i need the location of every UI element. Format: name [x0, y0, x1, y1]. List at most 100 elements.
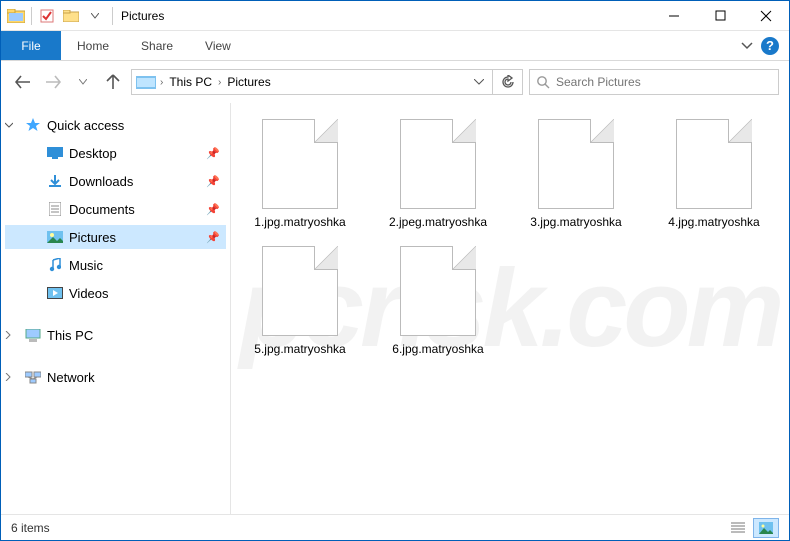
nav-quick-access[interactable]: Quick access [5, 113, 226, 137]
body: Quick access Desktop 📌 Downloads 📌 Docum… [1, 103, 789, 514]
file-item[interactable]: 1.jpg.matryoshka [241, 119, 359, 230]
address-folder-icon [136, 75, 156, 89]
file-tab[interactable]: File [1, 31, 61, 60]
back-button[interactable] [11, 70, 35, 94]
network-icon [23, 371, 43, 384]
titlebar: Pictures [1, 1, 789, 31]
qat-properties-icon[interactable] [36, 5, 58, 27]
nav-item-label: Documents [65, 202, 206, 217]
page-fold-icon [452, 119, 476, 143]
file-thumbnail [262, 119, 338, 209]
desktop-icon [45, 147, 65, 159]
nav-item-downloads[interactable]: Downloads 📌 [5, 169, 226, 193]
window-controls [651, 1, 789, 31]
file-thumbnail [400, 246, 476, 336]
nav-item-music[interactable]: Music [5, 253, 226, 277]
navigation-pane[interactable]: Quick access Desktop 📌 Downloads 📌 Docum… [1, 103, 231, 514]
nav-network[interactable]: Network [5, 365, 226, 389]
chevron-right-icon[interactable] [5, 331, 23, 339]
nav-this-pc-label: This PC [43, 328, 220, 343]
page-fold-icon [314, 119, 338, 143]
qat-dropdown-icon[interactable] [84, 5, 106, 27]
chevron-right-icon[interactable] [5, 373, 23, 381]
up-button[interactable] [101, 70, 125, 94]
title-separator [112, 7, 113, 25]
page-fold-icon [728, 119, 752, 143]
tab-share[interactable]: Share [125, 31, 189, 60]
breadcrumb-current[interactable]: Pictures [225, 75, 272, 89]
chevron-down-icon[interactable] [5, 121, 23, 129]
window-title: Pictures [115, 9, 164, 23]
breadcrumb-sep-0[interactable]: › [160, 77, 163, 88]
pin-icon: 📌 [206, 147, 220, 160]
search-box[interactable] [529, 69, 779, 95]
search-icon [536, 75, 550, 89]
videos-icon [45, 287, 65, 299]
nav-item-label: Desktop [65, 146, 206, 161]
file-name: 3.jpg.matryoshka [530, 215, 621, 230]
nav-item-pictures[interactable]: Pictures 📌 [5, 225, 226, 249]
nav-network-label: Network [43, 370, 220, 385]
ribbon-expand-icon[interactable] [741, 42, 753, 50]
view-details-button[interactable] [725, 518, 751, 538]
qat-newfolder-icon[interactable] [60, 5, 82, 27]
help-icon[interactable]: ? [761, 37, 779, 55]
tab-view[interactable]: View [189, 31, 247, 60]
file-thumbnail [400, 119, 476, 209]
close-button[interactable] [743, 1, 789, 31]
address-dropdown-icon[interactable] [470, 79, 488, 85]
view-thumbnails-button[interactable] [753, 518, 779, 538]
file-thumbnail [538, 119, 614, 209]
nav-item-videos[interactable]: Videos [5, 281, 226, 305]
explorer-app-icon[interactable] [5, 5, 27, 27]
file-grid: 1.jpg.matryoshka 2.jpeg.matryoshka 3.jpg.m… [241, 119, 779, 357]
forward-button[interactable] [41, 70, 65, 94]
file-thumbnail [262, 246, 338, 336]
refresh-button[interactable] [493, 69, 523, 95]
file-item[interactable]: 2.jpeg.matryoshka [379, 119, 497, 230]
search-input[interactable] [556, 75, 772, 89]
downloads-icon [45, 174, 65, 188]
explorer-window: Pictures File Home Share View ? [0, 0, 790, 541]
file-name: 5.jpg.matryoshka [254, 342, 345, 357]
status-item-count: 6 items [11, 521, 50, 535]
nav-item-desktop[interactable]: Desktop 📌 [5, 141, 226, 165]
tab-home[interactable]: Home [61, 31, 125, 60]
file-name: 6.jpg.matryoshka [392, 342, 483, 357]
documents-icon [45, 202, 65, 216]
page-fold-icon [452, 246, 476, 270]
pictures-icon [45, 231, 65, 243]
minimize-button[interactable] [651, 1, 697, 31]
music-icon [45, 258, 65, 272]
breadcrumb-sep-1[interactable]: › [218, 77, 221, 88]
breadcrumb-root[interactable]: This PC [167, 75, 214, 89]
nav-item-label: Downloads [65, 174, 206, 189]
pc-icon [23, 329, 43, 342]
file-item[interactable]: 3.jpg.matryoshka [517, 119, 635, 230]
ribbon: File Home Share View ? [1, 31, 789, 61]
content-area[interactable]: pcrisk.com 1.jpg.matryoshka2.jpeg.matryo… [231, 103, 789, 514]
file-thumbnail [676, 119, 752, 209]
status-bar: 6 items [1, 514, 789, 540]
qat-separator [31, 7, 32, 25]
recent-locations-dropdown[interactable] [71, 70, 95, 94]
file-name: 4.jpg.matryoshka [668, 215, 759, 230]
page-fold-icon [314, 246, 338, 270]
pin-icon: 📌 [206, 203, 220, 216]
nav-this-pc[interactable]: This PC [5, 323, 226, 347]
maximize-button[interactable] [697, 1, 743, 31]
file-item[interactable]: 6.jpg.matryoshka [379, 246, 497, 357]
star-icon [23, 117, 43, 133]
file-name: 2.jpeg.matryoshka [389, 215, 487, 230]
nav-row: › This PC › Pictures [1, 61, 789, 103]
file-item[interactable]: 4.jpg.matryoshka [655, 119, 773, 230]
nav-item-label: Videos [65, 286, 220, 301]
quick-access-toolbar [1, 5, 110, 27]
pin-icon: 📌 [206, 175, 220, 188]
nav-item-documents[interactable]: Documents 📌 [5, 197, 226, 221]
file-item[interactable]: 5.jpg.matryoshka [241, 246, 359, 357]
file-name: 1.jpg.matryoshka [254, 215, 345, 230]
nav-quick-access-label: Quick access [43, 118, 220, 133]
nav-item-label: Music [65, 258, 220, 273]
address-bar[interactable]: › This PC › Pictures [131, 69, 493, 95]
